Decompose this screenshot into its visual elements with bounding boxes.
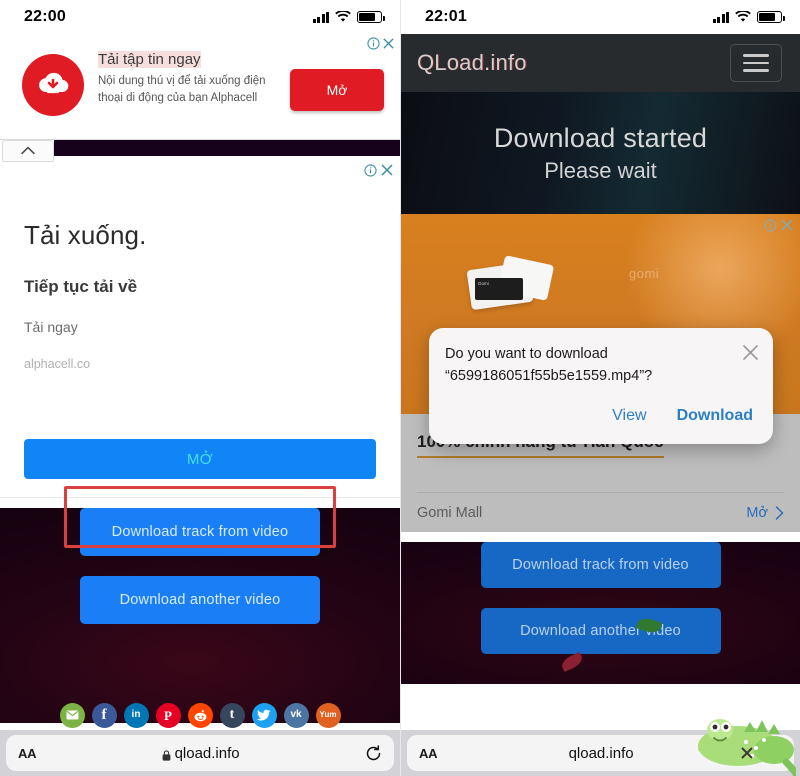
ad-product-image: Gomi (449, 255, 559, 314)
cloud-download-icon (22, 54, 84, 116)
url-display: qload.info (162, 745, 240, 762)
page-content-dark: Download track from video Download anoth… (0, 508, 400, 723)
reload-icon[interactable] (365, 744, 382, 762)
wifi-icon (735, 11, 751, 23)
ad-badges (367, 37, 395, 50)
address-bar[interactable]: AA qload.info (407, 735, 794, 771)
download-another-button[interactable]: Download another video (480, 608, 721, 654)
ad-close-icon[interactable] (380, 163, 394, 182)
interstitial-line-2: alphacell.co (24, 357, 91, 371)
status-time: 22:01 (425, 8, 467, 25)
ad-title: Tải tập tin ngay (98, 51, 201, 68)
download-track-button[interactable]: Download track from video (480, 542, 721, 588)
hero-line-2: Please wait (544, 157, 657, 183)
page-content-dark: Download track from video Download anoth… (401, 542, 800, 684)
status-bar: 22:00 (0, 0, 400, 34)
url-text: qload.info (174, 744, 240, 762)
hamburger-menu-icon[interactable] (730, 44, 782, 82)
screenshot-pair: 22:00 Tải tập tin ngay Nội dung thú vị đ… (0, 0, 800, 776)
social-email-icon[interactable] (59, 702, 85, 728)
native-ad-open-link[interactable]: Mở (746, 505, 784, 521)
social-yummly-icon[interactable]: Yum (315, 702, 341, 728)
status-icons (712, 11, 785, 23)
ad-close-icon[interactable] (780, 218, 794, 237)
site-logo[interactable]: QLoad.info (417, 50, 527, 76)
interstitial-heading: Tải xuống. (24, 220, 147, 250)
dialog-download-button[interactable]: Download (677, 407, 753, 425)
download-another-button[interactable]: Download another video (80, 576, 320, 624)
url-text: qload.info (568, 744, 634, 762)
ad-info-icon[interactable] (764, 218, 777, 237)
ad-product-box: Gomi (475, 278, 523, 300)
text-size-button[interactable]: AA (18, 746, 36, 761)
close-icon[interactable] (742, 344, 759, 361)
top-ad-banner[interactable]: Tải tập tin ngay Nội dung thú vị để tải … (0, 34, 400, 140)
signal-bars-icon (712, 11, 729, 23)
url-display: qload.info (569, 745, 634, 762)
social-linkedin-icon[interactable]: in (123, 702, 149, 728)
ad-description: Nội dung thú vị để tải xuống điện thoại … (98, 75, 266, 104)
download-dialog-actions: View Download (445, 388, 757, 444)
browser-toolbar: AA qload.info (401, 730, 800, 776)
text-size-button[interactable]: AA (419, 746, 437, 761)
ad-collapse-row (0, 140, 400, 162)
download-track-button[interactable]: Download track from video (80, 508, 320, 556)
site-header: QLoad.info (401, 34, 800, 92)
interstitial-ad-card: Tải xuống. Tiếp tục tải về Tải ngay alph… (0, 158, 400, 498)
social-facebook-icon[interactable]: f (91, 702, 117, 728)
lock-icon (162, 748, 171, 761)
download-dialog-message: Do you want to download “6599186051f55b5… (445, 346, 653, 384)
ad-info-icon[interactable] (364, 163, 377, 182)
right-phone-screen: 22:01 QLoad.info Download started Please… (400, 0, 800, 776)
status-time: 22:00 (24, 8, 66, 25)
leaf-decoration-icon (559, 651, 585, 673)
status-icons (312, 11, 385, 23)
collapse-tab-button[interactable] (2, 140, 54, 162)
battery-icon (357, 11, 385, 23)
left-phone-screen: 22:00 Tải tập tin ngay Nội dung thú vị đ… (0, 0, 400, 776)
native-ad-source: Gomi Mall (417, 504, 483, 521)
social-tumblr-icon[interactable]: t (219, 702, 245, 728)
interstitial-line-1: Tải ngay (24, 319, 78, 335)
social-reddit-icon[interactable] (187, 702, 213, 728)
interstitial-subheading: Tiếp tục tải về (24, 277, 138, 296)
reload-icon[interactable] (765, 744, 782, 762)
native-ad-open-label: Mở (746, 504, 768, 521)
ad-info-icon[interactable] (367, 37, 380, 50)
status-bar: 22:01 (401, 0, 800, 34)
interstitial-open-button[interactable]: MỞ (24, 439, 376, 479)
ad-close-icon[interactable] (382, 37, 395, 50)
social-twitter-icon[interactable] (251, 702, 277, 728)
chevron-up-icon (21, 142, 35, 160)
dialog-view-button[interactable]: View (612, 407, 646, 425)
ad-open-button[interactable]: Mở (290, 68, 384, 111)
ad-text-block: Tải tập tin ngay Nội dung thú vị để tải … (90, 44, 286, 107)
wifi-icon (335, 11, 351, 23)
browser-toolbar: AA qload.info (0, 730, 400, 776)
hero-line-1: Download started (493, 122, 708, 153)
ad-badges (764, 218, 794, 237)
interstitial-badges (364, 163, 394, 182)
signal-bars-icon (312, 11, 329, 23)
download-confirm-dialog: Do you want to download “6599186051f55b5… (429, 328, 773, 444)
social-share-row: f in P t vk Yum (0, 700, 400, 730)
page-dark-strip (54, 140, 400, 156)
gomi-watermark: gomi (629, 266, 660, 281)
native-ad-footer: Gomi Mall Mở (417, 492, 784, 532)
social-pinterest-icon[interactable]: P (155, 702, 181, 728)
download-status-hero: Download started Please wait (401, 92, 800, 214)
chevron-right-icon (775, 505, 784, 520)
address-bar[interactable]: AA qload.info (6, 735, 394, 771)
battery-icon (757, 11, 785, 23)
social-vk-icon[interactable]: vk (283, 702, 309, 728)
